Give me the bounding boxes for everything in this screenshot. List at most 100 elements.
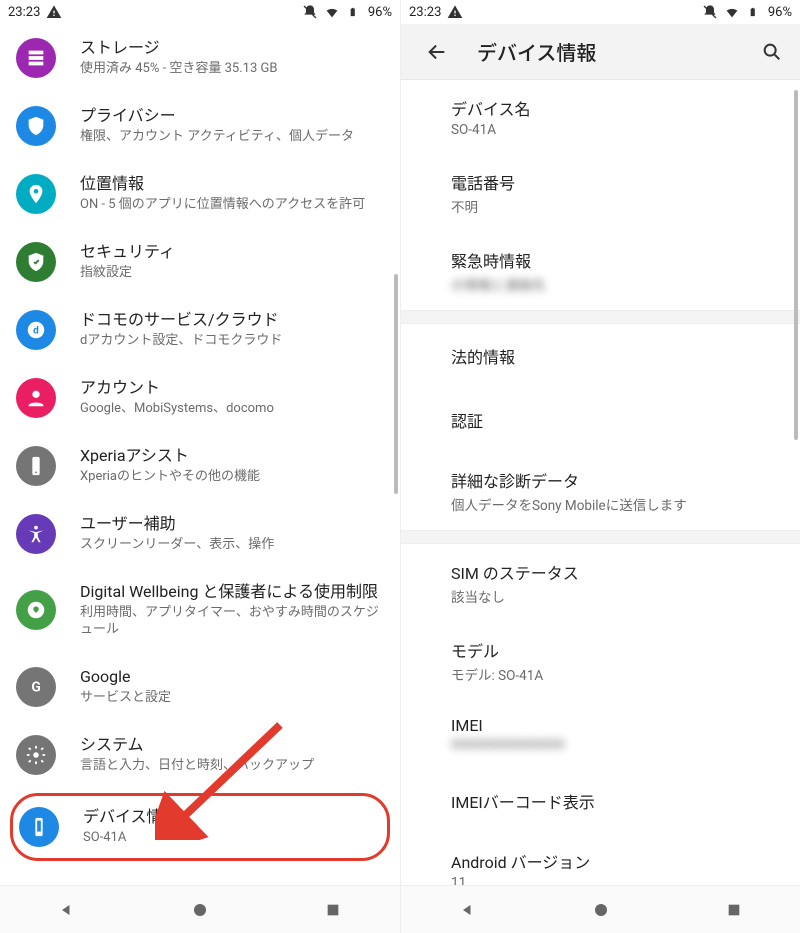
scrollbar[interactable] [794,90,798,440]
row-subtitle: dアカウント設定、ドコモクラウド [80,333,382,350]
settings-row-device[interactable]: デバイス情報SO-41A [10,793,390,861]
a11y-icon [16,514,56,554]
nav-home[interactable] [170,890,230,930]
system-icon [16,735,56,775]
wifi-icon [324,4,340,20]
screen-device-info: 23:23 96% デバイス情報 デバイス名SO-41A電話番号不明緊急時情報の… [400,0,800,933]
nav-recent[interactable] [704,890,764,930]
docomo-icon: d [16,310,56,350]
row-title: Xperiaアシスト [80,446,382,467]
detail-row[interactable]: モデルモデル: SO-41A [401,622,800,700]
settings-row-location[interactable]: 位置情報 ON - 5 個のアプリに位置情報へのアクセスを許可 [0,160,400,228]
settings-row-xperia[interactable]: XperiaアシストXperiaのヒントやその他の機能 [0,432,400,500]
device-info-list[interactable]: デバイス名SO-41A電話番号不明緊急時情報の情報と連絡先法的情報認証詳細な診断… [401,80,800,885]
row-subtitle: 指紋設定 [80,265,382,282]
status-battery: 96% [368,5,392,20]
svg-text:G: G [31,679,40,695]
settings-row-storage[interactable]: ストレージ使用済み 45% - 空き容量 35.13 GB [0,24,400,92]
detail-title: IMEIバーコード表示 [451,789,782,813]
back-button[interactable] [417,32,457,72]
detail-title: Android バージョン [451,849,782,873]
screen-settings-list: 23:23 96% ストレージ使用済み 45% - 空き容量 35.13 GBプ… [0,0,400,933]
row-title: システム [80,735,382,756]
status-bar: 23:23 96% [0,0,400,24]
detail-sub: モデル: SO-41A [451,664,782,684]
detail-row[interactable]: デバイス名 SO-41A [401,80,800,154]
settings-row-google[interactable]: G Google サービスと設定 [0,653,400,721]
row-subtitle: 言語と入力、日付と時刻、バックアップ [80,758,382,775]
status-bar: 23:23 96% [401,0,800,24]
detail-row[interactable]: IMEI 000000000000000 [401,700,800,769]
device-icon [19,807,59,847]
google-icon: G [16,667,56,707]
detail-sub: 該当なし [451,586,782,606]
section-divider [401,530,800,544]
mute-icon [702,4,718,20]
detail-sub: 000000000000000 [451,737,782,753]
storage-icon [16,38,56,78]
detail-title: 緊急時情報 [451,248,782,272]
detail-row[interactable]: 詳細な診断データ個人データをSony Mobileに送信します [401,452,800,530]
detail-row[interactable]: 認証 [401,388,800,452]
detail-row[interactable]: 電話番号不明 [401,154,800,232]
detail-sub: 不明 [451,196,782,216]
settings-row-docomo[interactable]: d ドコモのサービス/クラウド dアカウント設定、ドコモクラウド [0,296,400,364]
battery-icon [746,4,762,20]
nav-recent[interactable] [303,890,363,930]
row-title: Google [80,667,382,688]
row-title: アカウント [80,378,382,399]
nav-back[interactable] [438,890,498,930]
detail-title: 電話番号 [451,170,782,194]
settings-row-a11y[interactable]: ユーザー補助スクリーンリーダー、表示、操作 [0,500,400,568]
settings-list[interactable]: ストレージ使用済み 45% - 空き容量 35.13 GBプライバシー権限、アカ… [0,24,400,885]
row-title: ユーザー補助 [80,514,382,535]
nav-bar [401,885,800,933]
detail-title: SIM のステータス [451,560,782,584]
row-title: ドコモのサービス/クラウド [80,310,382,331]
app-bar: デバイス情報 [401,24,800,80]
section-divider [401,310,800,324]
privacy-icon [16,106,56,146]
settings-row-privacy[interactable]: プライバシー権限、アカウント アクティビティ、個人データ [0,92,400,160]
security-icon [16,242,56,282]
detail-row[interactable]: Android バージョン 11 [401,833,800,885]
settings-row-security[interactable]: セキュリティ指紋設定 [0,228,400,296]
detail-title: 法的情報 [451,344,782,368]
xperia-icon [16,446,56,486]
detail-title: IMEI [451,716,782,735]
settings-row-wellbeing[interactable]: Digital Wellbeing と保護者による使用制限利用時間、アプリタイマ… [0,568,400,653]
row-subtitle: SO-41A [83,830,379,847]
wifi-icon [724,4,740,20]
row-title: 位置情報 [80,174,382,195]
settings-row-account[interactable]: アカウントGoogle、MobiSystems、docomo [0,364,400,432]
row-subtitle: サービスと設定 [80,690,382,707]
detail-title: 詳細な診断データ [451,468,782,492]
detail-row[interactable]: 法的情報 [401,324,800,388]
row-subtitle: 利用時間、アプリタイマー、おやすみ時間のスケジュール [80,605,382,639]
row-subtitle: ON - 5 個のアプリに位置情報へのアクセスを許可 [80,197,382,214]
detail-row[interactable]: SIM のステータス該当なし [401,544,800,622]
detail-sub: 個人データをSony Mobileに送信します [451,494,782,514]
detail-title: モデル [451,638,782,662]
search-button[interactable] [752,32,792,72]
detail-sub: の情報と連絡先 [451,274,782,294]
detail-sub: SO-41A [451,122,782,138]
warning-icon [447,4,463,20]
appbar-title: デバイス情報 [477,37,596,66]
detail-row[interactable]: IMEIバーコード表示 [401,769,800,833]
nav-home[interactable] [571,890,631,930]
nav-back[interactable] [37,890,97,930]
detail-title: デバイス名 [451,96,782,120]
row-title: プライバシー [80,106,382,127]
status-battery: 96% [768,5,792,20]
scrollbar[interactable] [394,274,398,494]
detail-row[interactable]: 緊急時情報の情報と連絡先 [401,232,800,310]
status-time: 23:23 [8,5,40,20]
row-title: セキュリティ [80,242,382,263]
battery-icon [346,4,362,20]
row-title: Digital Wellbeing と保護者による使用制限 [80,582,382,603]
account-icon [16,378,56,418]
detail-sub: 11 [451,875,782,885]
warning-icon [46,4,62,20]
settings-row-system[interactable]: システム言語と入力、日付と時刻、バックアップ [0,721,400,789]
